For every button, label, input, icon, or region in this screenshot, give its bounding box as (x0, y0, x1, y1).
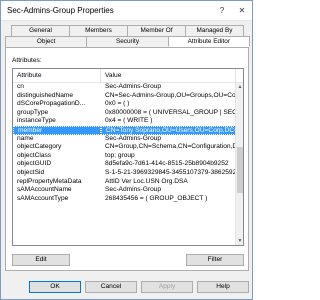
cancel-button[interactable]: Cancel (85, 281, 137, 293)
table-row[interactable]: sAMAccountName Sec-Admins-Group (13, 186, 237, 195)
tab-object[interactable]: Object (5, 36, 88, 47)
attribute-name-cell: sAMAccountName (17, 186, 72, 194)
title-bar: Sec-Admins-Group Properties ? ✕ (1, 1, 252, 21)
edit-button[interactable]: Edit (12, 254, 70, 266)
list-header: Attribute Value (13, 69, 243, 83)
attribute-value-cell: 0x4 = ( WRITE ) (105, 117, 153, 125)
attributes-list[interactable]: Attribute Value cn Sec-Admins-Group distin… (12, 68, 244, 246)
attribute-value-cell: 0x80000008 = ( UNIVERSAL_GROUP | SECUR (105, 108, 236, 116)
help-button[interactable]: Help (197, 281, 249, 293)
ok-button[interactable]: OK (29, 281, 81, 293)
attribute-value-cell: Sec-Admins-Group (105, 186, 162, 194)
scroll-up-icon[interactable]: ▲ (236, 83, 243, 91)
attribute-name-cell: cn (17, 83, 24, 90)
attribute-name-cell: name (17, 134, 34, 142)
attribute-value-cell: Sec-Admins-Group (105, 134, 162, 142)
attribute-value-cell: AttID Ver Loc.USN Org.DSA (105, 177, 188, 185)
table-row[interactable]: distinguishedName CN=Sec-Admins-Group,OU=… (13, 92, 237, 101)
table-row[interactable]: sAMAccountType 268435456 = ( GROUP_OBJECT… (13, 195, 237, 204)
table-row[interactable]: objectCategory CN=Group,CN=Schema,CN=Conf… (13, 143, 237, 152)
attribute-name-cell: dSCorePropagationD... (17, 100, 86, 108)
attribute-name-cell: distinguishedName (17, 91, 74, 99)
attribute-value-cell: S-1-5-21-3969329845-3455107379-3862592 (105, 168, 236, 176)
attribute-name-cell: objectCategory (17, 143, 62, 151)
attribute-value-cell: 0x0 = ( ) (105, 100, 130, 108)
list-rows: cn Sec-Admins-Group distinguishedName CN=Se… (13, 83, 237, 203)
table-row[interactable]: dSCorePropagationD... 0x0 = ( ) (13, 100, 237, 109)
scrollbar-thumb[interactable] (237, 147, 243, 193)
help-icon[interactable]: ? (212, 2, 232, 20)
tab-security[interactable]: Security (86, 36, 169, 47)
attribute-value-cell: CN=Tony Soprano,OU=Users,OU=Corp,DC=l (101, 125, 236, 135)
attribute-name-cell: objectGUID (17, 160, 52, 168)
column-header-attribute[interactable]: Attribute (13, 69, 101, 82)
attribute-value-cell: CN=Sec-Admins-Group,OU=Groups,OU=Corp,D (105, 91, 236, 99)
table-row[interactable]: groupType 0x80000008 = ( UNIVERSAL_GROUP … (13, 109, 237, 118)
tab-row-front: Object Security Attribute Editor (5, 36, 250, 47)
attribute-name-cell: objectSid (17, 168, 45, 176)
table-row[interactable]: member CN=Tony Soprano,OU=Users,OU=Corp,D… (13, 125, 237, 135)
attribute-name-cell: groupType (17, 108, 49, 116)
table-row[interactable]: cn Sec-Admins-Group (13, 83, 237, 92)
attribute-editor-panel: Attributes: Attribute Value cn Sec-Admins… (5, 47, 249, 271)
attribute-value-cell: 8d5efa9c-7d61-414c-8515-25b8904b9252 (105, 160, 229, 168)
attribute-value-cell: CN=Group,CN=Schema,CN=Configuration,DC (105, 143, 236, 151)
attribute-name-cell: objectClass (17, 151, 52, 159)
scroll-down-icon[interactable]: ▼ (236, 237, 243, 245)
apply-button[interactable]: Apply (141, 281, 193, 293)
column-header-value[interactable]: Value (101, 69, 236, 82)
window-title: Sec-Admins-Group Properties (7, 6, 114, 15)
close-icon[interactable]: ✕ (232, 2, 252, 20)
tab-member-of[interactable]: Member Of (127, 25, 186, 36)
properties-window: Sec-Admins-Group Properties ? ✕ General … (0, 0, 253, 300)
tab-strip: General Members Member Of Managed By Obj… (5, 25, 250, 47)
attribute-value-cell: 268435456 = ( GROUP_OBJECT ) (105, 194, 208, 202)
tab-row-back: General Members Member Of Managed By (5, 25, 249, 36)
table-row[interactable]: replPropertyMetaData AttID Ver Loc.USN Or… (13, 178, 237, 187)
tab-members[interactable]: Members (69, 25, 128, 36)
attributes-label: Attributes: (12, 57, 42, 64)
attribute-name-cell: sAMAccountType (17, 194, 69, 202)
tab-managed-by[interactable]: Managed By (185, 25, 244, 36)
table-row[interactable]: objectGUID 8d5efa9c-7d61-414c-8515-25b890… (13, 160, 237, 169)
attribute-value-cell: top; group (105, 151, 135, 159)
table-row[interactable]: instanceType 0x4 = ( WRITE ) (13, 117, 237, 126)
table-row[interactable]: objectClass top; group (13, 152, 237, 161)
attribute-value-cell: Sec-Admins-Group (105, 83, 162, 90)
vertical-scrollbar[interactable]: ▲ ▼ (235, 83, 243, 245)
table-row[interactable]: name Sec-Admins-Group (13, 135, 237, 144)
attribute-name-cell: replPropertyMetaData (17, 177, 82, 185)
tab-attribute-editor[interactable]: Attribute Editor (167, 36, 250, 47)
tab-general[interactable]: General (11, 25, 70, 36)
filter-button[interactable]: Filter (186, 254, 244, 266)
attribute-name-cell: member (13, 125, 101, 135)
table-row[interactable]: objectSid S-1-5-21-3969329845-3455107379-… (13, 169, 237, 178)
attribute-name-cell: instanceType (17, 117, 56, 125)
